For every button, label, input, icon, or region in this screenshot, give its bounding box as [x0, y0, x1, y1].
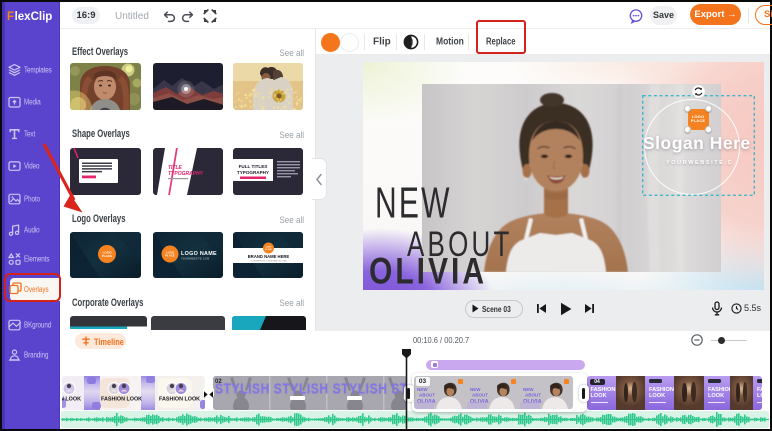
- svg-text:N LOOK: N LOOK: [62, 396, 81, 402]
- svg-text:PLACE: PLACE: [265, 248, 272, 251]
- svg-text:NEW: NEW: [523, 387, 534, 392]
- svg-text:ABOUT: ABOUT: [525, 392, 541, 397]
- svg-text:TYPOGRAPHY: TYPOGRAPHY: [168, 171, 204, 177]
- svg-text:F: F: [7, 11, 14, 23]
- svg-text:BRAND NAME HERE: BRAND NAME HERE: [247, 254, 289, 259]
- svg-text:PLACE: PLACE: [165, 254, 175, 258]
- svg-text:lexClip: lexClip: [15, 11, 53, 23]
- svg-text:YOURWEBSITE.COM: YOURWEBSITE.COM: [181, 258, 209, 261]
- svg-text:NEW: NEW: [417, 387, 428, 392]
- svg-text:LOGO NAME: LOGO NAME: [181, 251, 217, 257]
- svg-text:YOURWEBSITE.COM BRAND SLOGAN: YOURWEBSITE.COM BRAND SLOGAN: [250, 260, 287, 263]
- svg-text:NEW: NEW: [470, 387, 481, 392]
- svg-text:FASHION LOOK: FASHION LOOK: [101, 396, 142, 402]
- svg-text:ABOUT: ABOUT: [419, 392, 435, 397]
- svg-text:FASHION LOOK: FASHION LOOK: [159, 396, 200, 402]
- svg-text:TYPOGRAPHY: TYPOGRAPHY: [236, 170, 268, 175]
- svg-text:FULL TITLES: FULL TITLES: [238, 164, 267, 169]
- svg-text:PLACE: PLACE: [102, 254, 112, 258]
- svg-text:ABOUT: ABOUT: [472, 392, 488, 397]
